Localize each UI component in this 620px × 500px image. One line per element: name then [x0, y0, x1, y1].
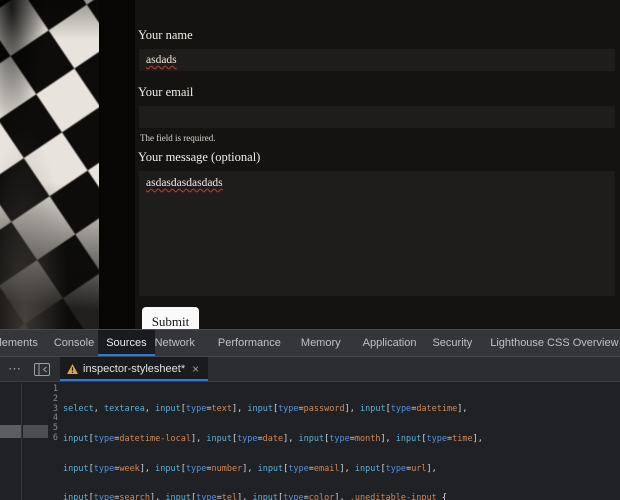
email-label: Your email	[138, 85, 194, 99]
warning-icon	[67, 364, 78, 374]
tab-css-overview[interactable]: CSS Overview	[539, 330, 620, 356]
tab-performance[interactable]: Performance	[210, 330, 289, 356]
show-navigator-icon	[34, 362, 50, 376]
line-number: 6	[52, 432, 58, 443]
message-textarea[interactable]: asdasdasdasdads	[139, 171, 615, 296]
code-line: select, textarea, input[type=text], inpu…	[63, 404, 468, 414]
tab-memory[interactable]: Memory	[293, 330, 349, 356]
tab-css-overview-label: CSS Overview	[547, 337, 619, 349]
navigator-strip	[0, 383, 22, 500]
checkered-photo	[0, 0, 99, 329]
more-tabs-button[interactable]: ⋯	[0, 357, 30, 381]
tab-security[interactable]: Security	[424, 330, 480, 356]
source-editor: 1 2 3 4 5 6 select, textarea, input[type…	[0, 383, 620, 500]
close-tab-icon[interactable]: ×	[190, 362, 201, 376]
file-tab-label: inspector-stylesheet*	[83, 363, 186, 375]
message-value: asdasdasdasdads	[146, 177, 223, 189]
contact-form: Your name asdads Your email The field is…	[135, 0, 620, 337]
tab-console[interactable]: Console	[46, 330, 102, 356]
tab-elements[interactable]: Elements	[0, 330, 46, 356]
scrollbar-thumb[interactable]	[0, 425, 21, 438]
file-tab-inspector-stylesheet[interactable]: inspector-stylesheet* ×	[60, 357, 209, 381]
webpage: Your name asdads Your email The field is…	[0, 0, 620, 337]
email-input[interactable]	[139, 106, 615, 128]
name-label: Your name	[138, 28, 193, 42]
line-number-gutter: 1 2 3 4 5 6	[44, 383, 58, 444]
name-input[interactable]: asdads	[139, 49, 615, 71]
tab-network[interactable]: Network	[147, 330, 203, 356]
name-input-value: asdads	[146, 54, 177, 66]
navigator-toggle-button[interactable]	[30, 357, 54, 381]
code-line: input[type=datetime-local], input[type=d…	[63, 433, 483, 444]
sources-file-tabbar: ⋯ inspector-stylesheet* ×	[0, 357, 620, 382]
photo-shading	[0, 0, 99, 329]
code-area[interactable]: select, textarea, input[type=text], inpu…	[63, 383, 620, 500]
devtools-tabbar: Elements Console Sources Network Perform…	[0, 330, 620, 357]
code-line: input[type=week], input[type=number], in…	[63, 463, 437, 474]
tab-application[interactable]: Application	[355, 330, 425, 356]
screenshot-root: Your name asdads Your email The field is…	[0, 0, 620, 500]
message-label: Your message (optional)	[138, 150, 261, 164]
code-line: input[type=search], input[type=tel], inp…	[63, 493, 447, 500]
validation-error: The field is required.	[140, 133, 216, 143]
devtools-panel: Elements Console Sources Network Perform…	[0, 329, 620, 500]
